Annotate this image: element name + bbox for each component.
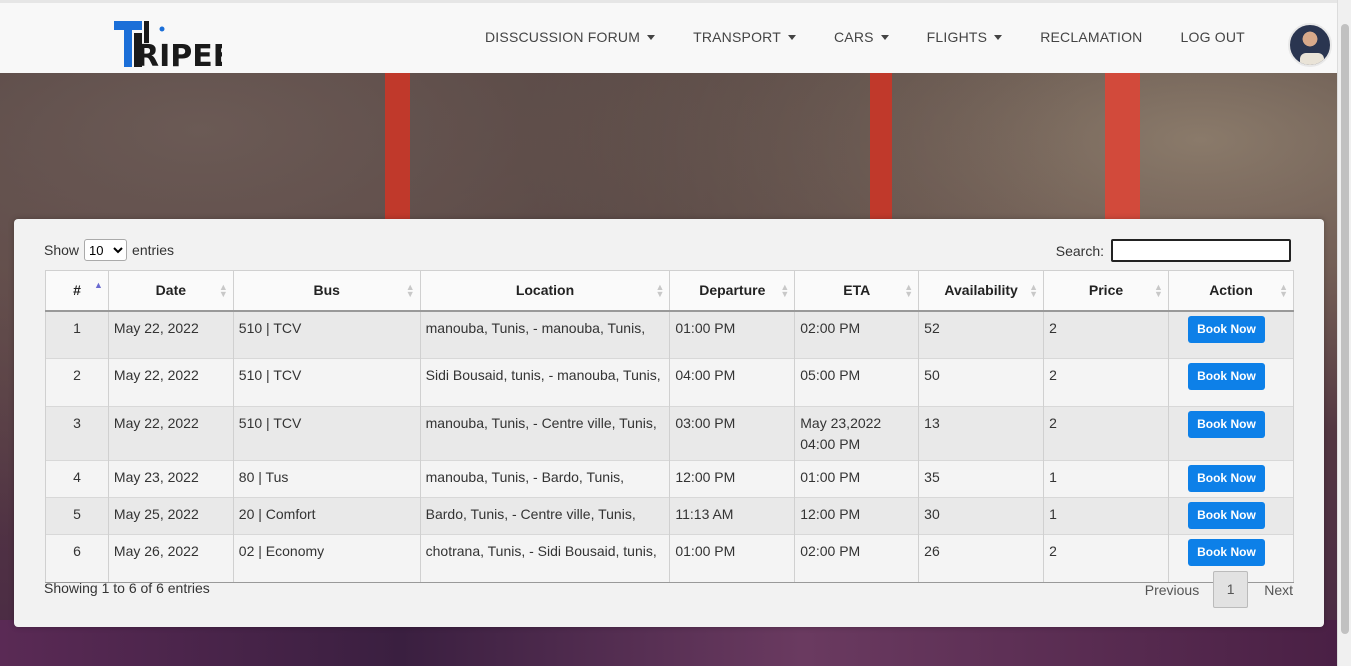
page-1-button[interactable]: 1 — [1213, 571, 1249, 608]
nav-discussion-forum[interactable]: DISSCUSSION FORUM — [485, 29, 656, 45]
table-row: 5 May 25, 2022 20 | Comfort Bardo, Tunis… — [45, 497, 1295, 535]
table-row: 1 May 22, 2022 510 | TCV manouba, Tunis,… — [45, 310, 1295, 359]
header-action[interactable]: Action ▲ ▼ — [1167, 270, 1295, 312]
sort-icon: ▲ ▼ — [405, 282, 415, 299]
header-location[interactable]: Location ▲ ▼ — [419, 270, 671, 312]
book-now-button[interactable]: Book Now — [1187, 411, 1265, 438]
header-num[interactable]: # ▲ — [45, 270, 109, 312]
book-now-button[interactable]: Book Now — [1187, 502, 1265, 529]
svg-text:RIPEE: RIPEE — [136, 39, 222, 69]
table-row: 2 May 22, 2022 510 | TCV Sidi Bousaid, t… — [45, 358, 1295, 407]
navbar: RIPEE DISSCUSSION FORUM TRANSPORT CARS F… — [0, 0, 1337, 74]
avatar[interactable] — [1288, 23, 1332, 67]
sort-icon: ▲ ▼ — [1154, 282, 1163, 299]
chevron-down-icon — [647, 34, 656, 40]
pagination: Previous 1 Next — [1145, 571, 1293, 608]
nav-reclamation[interactable]: RECLAMATION — [1040, 29, 1142, 45]
sort-asc-icon: ▲ — [94, 280, 103, 290]
header-date[interactable]: Date ▲ ▼ — [107, 270, 234, 312]
header-availability[interactable]: Availability ▲ ▼ — [918, 270, 1045, 312]
header-eta[interactable]: ETA ▲ ▼ — [794, 270, 920, 312]
header-bus[interactable]: Bus ▲ ▼ — [232, 270, 421, 312]
bus-schedule-card: Show 10 entries Search: # ▲ Date ▲ ▼ Bus ▲ ▼ … — [14, 219, 1324, 627]
nav-flights[interactable]: FLIGHTS — [927, 29, 1003, 45]
header-price[interactable]: Price ▲ ▼ — [1043, 270, 1169, 312]
table-row: 4 May 23, 2022 80 | Tus manouba, Tunis, … — [45, 460, 1295, 498]
sort-icon: ▲ ▼ — [780, 282, 790, 299]
nav-cars[interactable]: CARS — [834, 29, 889, 45]
next-button[interactable]: Next — [1264, 582, 1293, 598]
search: Search: — [1056, 239, 1291, 262]
entries-select[interactable]: 10 — [84, 239, 128, 261]
nav-log-out[interactable]: LOG OUT — [1181, 29, 1245, 45]
table-info: Showing 1 to 6 of 6 entries — [44, 580, 210, 596]
show-entries: Show 10 entries — [44, 239, 174, 261]
nav-links: DISSCUSSION FORUM TRANSPORT CARS FLIGHTS… — [485, 29, 1283, 45]
scrollbar[interactable] — [1337, 0, 1351, 666]
previous-button[interactable]: Previous — [1145, 582, 1199, 598]
chevron-down-icon — [787, 34, 796, 40]
schedule-table: # ▲ Date ▲ ▼ Bus ▲ ▼ Location ▲ ▼ Departure ▲ ▼ E… — [45, 270, 1295, 583]
nav-transport[interactable]: TRANSPORT — [693, 29, 796, 45]
chevron-down-icon — [994, 34, 1003, 40]
search-input[interactable] — [1111, 239, 1291, 262]
table-row: 6 May 26, 2022 02 | Economy chotrana, Tu… — [45, 534, 1295, 583]
sort-icon: ▲ ▼ — [218, 282, 228, 299]
book-now-button[interactable]: Book Now — [1187, 315, 1265, 343]
sort-icon: ▲ ▼ — [1279, 282, 1288, 299]
sort-icon: ▲ ▼ — [655, 282, 665, 299]
sort-icon: ▲ ▼ — [904, 282, 914, 299]
book-now-button[interactable]: Book Now — [1187, 363, 1265, 390]
chevron-down-icon — [880, 34, 889, 40]
tripee-logo[interactable]: RIPEE — [112, 17, 233, 74]
sort-icon: ▲ ▼ — [1029, 282, 1039, 299]
scrollbar-thumb[interactable] — [1341, 24, 1349, 634]
book-now-button[interactable]: Book Now — [1187, 465, 1265, 492]
table-row: 3 May 22, 2022 510 | TCV manouba, Tunis,… — [45, 406, 1295, 461]
header-departure[interactable]: Departure ▲ ▼ — [669, 270, 796, 312]
book-now-button[interactable]: Book Now — [1187, 539, 1265, 566]
